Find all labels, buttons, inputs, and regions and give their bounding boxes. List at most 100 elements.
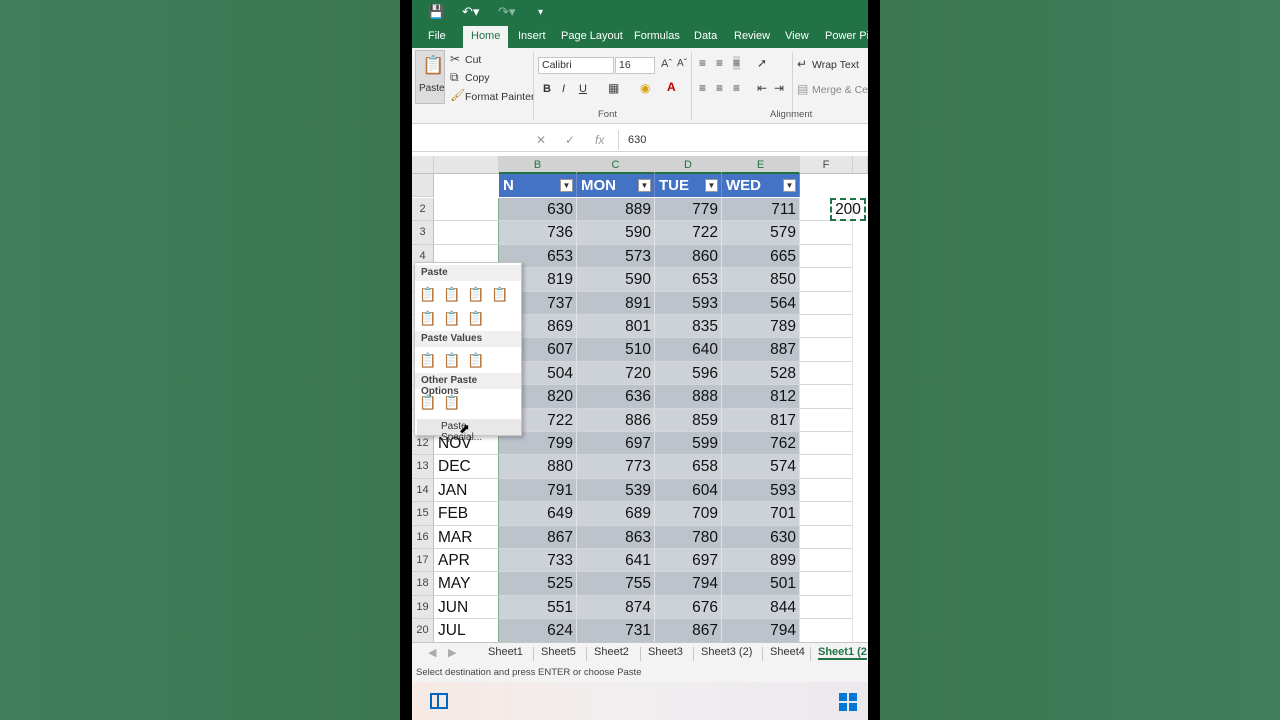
fill-color-icon[interactable]: ◉ bbox=[640, 81, 650, 95]
value-cell[interactable]: 658 bbox=[655, 455, 722, 479]
keep-column-widths-icon[interactable]: 📋 bbox=[443, 309, 461, 327]
empty-cell[interactable] bbox=[800, 478, 853, 503]
redo-icon[interactable]: ↷▾ bbox=[498, 4, 515, 20]
row-header[interactable]: 20 bbox=[412, 619, 434, 643]
value-cell[interactable]: 665 bbox=[722, 244, 800, 269]
value-cell[interactable]: 640 bbox=[655, 338, 722, 362]
sheet-tab[interactable]: Sheet5 bbox=[541, 646, 576, 658]
row-header[interactable]: 19 bbox=[412, 595, 434, 620]
value-cell[interactable]: 636 bbox=[577, 385, 655, 409]
tab-file[interactable]: File bbox=[428, 30, 446, 42]
column-header-c[interactable]: C bbox=[577, 156, 655, 174]
empty-cell[interactable] bbox=[800, 315, 853, 339]
value-cell[interactable]: 867 bbox=[655, 619, 722, 643]
month-cell[interactable]: DEC bbox=[434, 455, 499, 479]
font-color-icon[interactable]: A bbox=[667, 80, 676, 94]
empty-cell[interactable] bbox=[800, 502, 853, 526]
value-cell[interactable]: 791 bbox=[499, 478, 577, 503]
table-header-cell[interactable]: N ▼ bbox=[499, 174, 577, 197]
value-cell[interactable]: 860 bbox=[655, 244, 722, 269]
wrap-text-icon[interactable]: ↵ bbox=[797, 57, 807, 71]
increase-font-icon[interactable]: Aˆ bbox=[661, 58, 672, 70]
value-cell[interactable]: 773 bbox=[577, 455, 655, 479]
customize-qa-icon[interactable]: ▾ bbox=[538, 7, 543, 18]
empty-cell[interactable] bbox=[800, 361, 853, 386]
value-cell[interactable]: 630 bbox=[499, 198, 577, 222]
column-header-b[interactable]: B bbox=[499, 156, 577, 174]
keep-source-formatting-icon[interactable]: 📋 bbox=[491, 285, 509, 303]
value-cell[interactable]: 574 bbox=[722, 455, 800, 479]
value-cell[interactable]: 711 bbox=[722, 198, 800, 222]
value-cell[interactable]: 844 bbox=[722, 595, 800, 620]
font-name-combo[interactable]: Calibri bbox=[538, 57, 614, 74]
cut-label[interactable]: Cut bbox=[465, 54, 481, 66]
filter-dropdown-icon[interactable]: ▼ bbox=[783, 179, 796, 192]
column-header-g[interactable] bbox=[853, 156, 868, 174]
month-cell[interactable] bbox=[434, 221, 499, 245]
month-cell[interactable]: APR bbox=[434, 549, 499, 573]
merge-icon[interactable]: ▤ bbox=[797, 82, 808, 96]
sheet-tab[interactable]: Sheet3 (2) bbox=[701, 646, 752, 658]
value-cell[interactable]: 886 bbox=[577, 408, 655, 432]
tab-review[interactable]: Review bbox=[734, 30, 770, 42]
copy-label[interactable]: Copy bbox=[465, 72, 490, 84]
format-painter-label[interactable]: Format Painter bbox=[465, 91, 534, 103]
paste-link-icon[interactable]: 📋 bbox=[443, 393, 461, 411]
cut-icon[interactable]: ✂ bbox=[450, 52, 460, 66]
align-top-icon[interactable]: ≡ bbox=[699, 56, 706, 70]
align-right-icon[interactable]: ≡ bbox=[733, 81, 740, 95]
value-cell[interactable]: 859 bbox=[655, 408, 722, 432]
value-cell[interactable]: 888 bbox=[655, 385, 722, 409]
row-header[interactable]: 13 bbox=[412, 455, 434, 479]
tab-insert[interactable]: Insert bbox=[518, 30, 546, 42]
month-cell[interactable] bbox=[434, 198, 499, 222]
filter-dropdown-icon[interactable]: ▼ bbox=[560, 179, 573, 192]
save-icon[interactable]: 💾 bbox=[428, 4, 444, 20]
value-cell[interactable]: 528 bbox=[722, 361, 800, 386]
paste-formatting-icon[interactable]: 📋 bbox=[419, 393, 437, 411]
value-cell[interactable]: 891 bbox=[577, 291, 655, 315]
paste-values-icon[interactable]: 📋 bbox=[419, 351, 437, 369]
values-number-format-icon[interactable]: 📋 bbox=[443, 351, 461, 369]
value-cell[interactable]: 733 bbox=[499, 549, 577, 573]
empty-cell[interactable] bbox=[800, 572, 853, 596]
value-cell[interactable]: 779 bbox=[655, 198, 722, 222]
month-cell[interactable]: MAY bbox=[434, 572, 499, 596]
empty-cell[interactable] bbox=[800, 432, 853, 456]
empty-cell[interactable] bbox=[800, 338, 853, 362]
paste-icon[interactable]: 📋 bbox=[419, 285, 437, 303]
paste-button[interactable]: 📋 Paste bbox=[415, 50, 445, 104]
value-cell[interactable]: 850 bbox=[722, 268, 800, 292]
row-header[interactable]: 16 bbox=[412, 525, 434, 549]
value-cell[interactable]: 593 bbox=[655, 291, 722, 315]
scroll-left-icon[interactable]: ◀ bbox=[428, 646, 436, 659]
value-cell[interactable]: 899 bbox=[722, 549, 800, 573]
value-cell[interactable]: 794 bbox=[655, 572, 722, 596]
empty-cell[interactable] bbox=[800, 408, 853, 432]
empty-cell[interactable] bbox=[800, 549, 853, 573]
value-cell[interactable]: 863 bbox=[577, 525, 655, 549]
copy-icon[interactable]: ⧉ bbox=[450, 70, 459, 85]
empty-cell[interactable] bbox=[800, 619, 853, 643]
values-source-formatting-icon[interactable]: 📋 bbox=[467, 351, 485, 369]
value-cell[interactable]: 762 bbox=[722, 432, 800, 456]
month-cell[interactable]: JUL bbox=[434, 619, 499, 643]
value-cell[interactable]: 887 bbox=[722, 338, 800, 362]
value-cell[interactable]: 889 bbox=[577, 198, 655, 222]
paste-formulas-number-format-icon[interactable]: 📋 bbox=[467, 285, 485, 303]
value-cell[interactable]: 880 bbox=[499, 455, 577, 479]
value-cell[interactable]: 755 bbox=[577, 572, 655, 596]
sheet-tab[interactable]: Sheet3 bbox=[648, 646, 683, 658]
row-header[interactable]: 3 bbox=[412, 221, 434, 245]
wrap-text-button[interactable]: Wrap Text bbox=[812, 59, 859, 71]
value-cell[interactable]: 736 bbox=[499, 221, 577, 245]
value-cell[interactable]: 590 bbox=[577, 268, 655, 292]
sheet-tab[interactable]: Sheet1 (2 bbox=[818, 646, 867, 660]
tab-data[interactable]: Data bbox=[694, 30, 717, 42]
worksheet-grid[interactable]: B C D E F N ▼ MON ▼ TUE ▼ WED ▼ 2 630 889 7… bbox=[412, 156, 868, 644]
task-view-icon[interactable] bbox=[430, 693, 448, 709]
value-cell[interactable]: 722 bbox=[655, 221, 722, 245]
empty-cell[interactable] bbox=[800, 291, 853, 315]
empty-cell[interactable] bbox=[800, 595, 853, 620]
value-cell[interactable]: 794 bbox=[722, 619, 800, 643]
